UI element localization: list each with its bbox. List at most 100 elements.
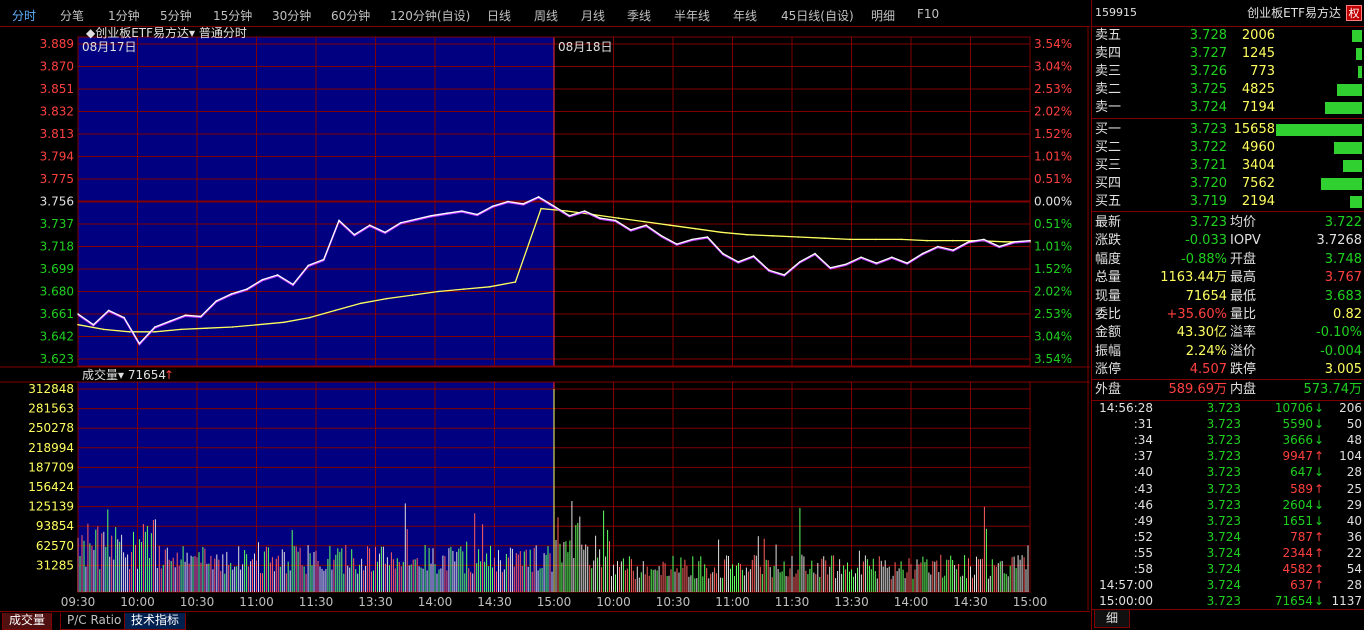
price-line-point <box>154 326 156 328</box>
tab-10[interactable]: 月线 <box>581 7 605 24</box>
quote-header: 159915 创业板ETF易方达 权 <box>1092 4 1364 24</box>
volume-tick-label: 93854 <box>36 519 74 533</box>
date-label-day2: 08月18日 <box>558 40 613 54</box>
chart-title: ◆创业板ETF易方达▾ 普通分时 <box>86 27 247 40</box>
time-tick-label: 10:30 <box>180 595 215 609</box>
tick-row: :34 3.723 3666 ↓ 48 <box>1092 432 1364 448</box>
ask-volume-bar <box>1358 66 1362 78</box>
price-line-point <box>522 203 525 205</box>
stat-value: 3.005 <box>1324 362 1362 378</box>
tick-time: :55 <box>1133 545 1153 560</box>
tab-0[interactable]: 分时 <box>12 7 36 24</box>
bid-row: 买一 3.723 15658 <box>1092 121 1364 139</box>
price-tick-label: 3.813 <box>40 127 74 141</box>
tab-3[interactable]: 5分钟 <box>160 7 192 24</box>
time-tick-label: 10:30 <box>656 595 691 609</box>
ask-price: 3.724 <box>1189 100 1227 115</box>
tab-11[interactable]: 季线 <box>627 7 651 24</box>
detail-tab[interactable]: 细 <box>1094 610 1130 628</box>
indicator-tab-2[interactable]: 技术指标 <box>124 613 187 630</box>
price-line-point <box>1029 239 1031 242</box>
price-line-point <box>553 205 555 207</box>
indicator-tab-1[interactable]: P/C Ratio <box>60 613 129 630</box>
quote-panel: 159915 创业板ETF易方达 权 卖五 3.728 2006 卖四 3.727 124… <box>1091 0 1364 630</box>
avg-price-line-point <box>643 220 645 223</box>
bid-volume: 2194 <box>1241 194 1275 209</box>
tab-7[interactable]: 120分钟(自设) <box>390 7 470 24</box>
price-line-point <box>445 212 448 215</box>
tab-2[interactable]: 1分钟 <box>108 7 140 24</box>
tick-volume: 3666 <box>1282 433 1313 448</box>
tick-volume: 10706 <box>1274 401 1313 415</box>
avg-price-line-point <box>514 281 517 283</box>
rights-badge[interactable]: 权 <box>1346 5 1362 21</box>
tab-9[interactable]: 周线 <box>534 7 558 24</box>
stat-value: 0.82 <box>1333 307 1362 322</box>
time-tick-label: 13:30 <box>358 595 393 609</box>
tick-price: 3.723 <box>1206 481 1241 496</box>
tab-8[interactable]: 日线 <box>487 7 511 24</box>
ask-label: 卖一 <box>1095 100 1122 115</box>
bid-price: 3.719 <box>1189 194 1227 209</box>
price-tick-label: 3.870 <box>40 60 74 74</box>
tab-1[interactable]: 分笔 <box>60 7 84 24</box>
tick-volume: 2604 <box>1282 497 1313 512</box>
stat-value: +35.60% <box>1166 307 1227 322</box>
tab-6[interactable]: 60分钟 <box>331 7 370 24</box>
time-tick-label: 15:00 <box>1013 595 1048 609</box>
date-label-day1: 08月17日 <box>82 40 137 54</box>
percent-tick-label: 1.01% <box>1034 240 1072 254</box>
stat-value: 3.748 <box>1324 251 1362 267</box>
tick-direction-icon: ↑ <box>1313 578 1324 593</box>
tab-5[interactable]: 30分钟 <box>272 7 311 24</box>
stat-value: 71654 <box>1185 288 1227 304</box>
tick-price: 3.723 <box>1206 594 1241 609</box>
avg-price-line-point <box>360 302 362 305</box>
stat-row: 总量 1163.44万 最高 3.767 <box>1092 269 1364 287</box>
tick-volume: 647 <box>1290 465 1313 480</box>
price-line-point <box>138 342 141 345</box>
percent-tick-label: 2.53% <box>1034 307 1072 321</box>
ask-volume: 2006 <box>1241 28 1275 43</box>
tick-direction-icon: ↑ <box>1313 481 1324 496</box>
stat-value: 3.683 <box>1324 288 1362 304</box>
tab-13[interactable]: 年线 <box>733 7 757 24</box>
percent-tick-label: 1.52% <box>1034 262 1072 276</box>
tab-12[interactable]: 半年线 <box>674 7 710 24</box>
stat-value: 2.24% <box>1185 343 1227 359</box>
price-tick-label: 3.642 <box>40 330 74 344</box>
tick-volume: 9947 <box>1282 449 1313 464</box>
price-tick-label: 3.661 <box>40 307 74 321</box>
tab-15[interactable]: 明细 <box>871 7 895 24</box>
ask-price: 3.726 <box>1189 64 1227 79</box>
bid-volume-bar <box>1343 160 1362 172</box>
price-line-point <box>261 278 264 281</box>
bid-volume: 7562 <box>1241 176 1275 191</box>
volume-arrow-icon: ↑ <box>164 368 174 382</box>
stat-label: 溢率 <box>1230 325 1257 341</box>
avg-price-line-point <box>488 286 491 288</box>
bid-price: 3.720 <box>1189 176 1227 191</box>
price-line-point <box>353 233 356 236</box>
stat-value: 3.722 <box>1324 215 1362 230</box>
tick-price: 3.723 <box>1206 417 1241 432</box>
intraday-chart[interactable]: 3.889 3.54% 3.870 3.04% 3.851 2.53% 3.832 2.02%… <box>0 25 1090 610</box>
tab-4[interactable]: 15分钟 <box>213 7 252 24</box>
indicator-tab-0[interactable]: 成交量 <box>2 613 53 630</box>
tick-count: 1137 <box>1331 594 1362 609</box>
avg-price-line-point <box>180 328 182 331</box>
tab-16[interactable]: F10 <box>917 7 939 21</box>
inner-value: 573.74万 <box>1303 382 1363 397</box>
price-line-point <box>630 229 632 231</box>
price-tick-label: 3.851 <box>40 82 74 96</box>
tick-time: 14:56:28 <box>1099 401 1153 415</box>
ask-volume: 773 <box>1250 64 1275 79</box>
price-line-point <box>921 252 924 255</box>
price-tick-label: 3.889 <box>40 37 74 51</box>
price-line-point <box>952 249 954 251</box>
price-line-point <box>783 274 786 276</box>
time-tick-label: 14:30 <box>477 595 512 609</box>
tick-price: 3.724 <box>1206 545 1241 560</box>
tab-14[interactable]: 45日线(自设) <box>781 7 854 24</box>
avg-price-line-point <box>77 323 79 326</box>
